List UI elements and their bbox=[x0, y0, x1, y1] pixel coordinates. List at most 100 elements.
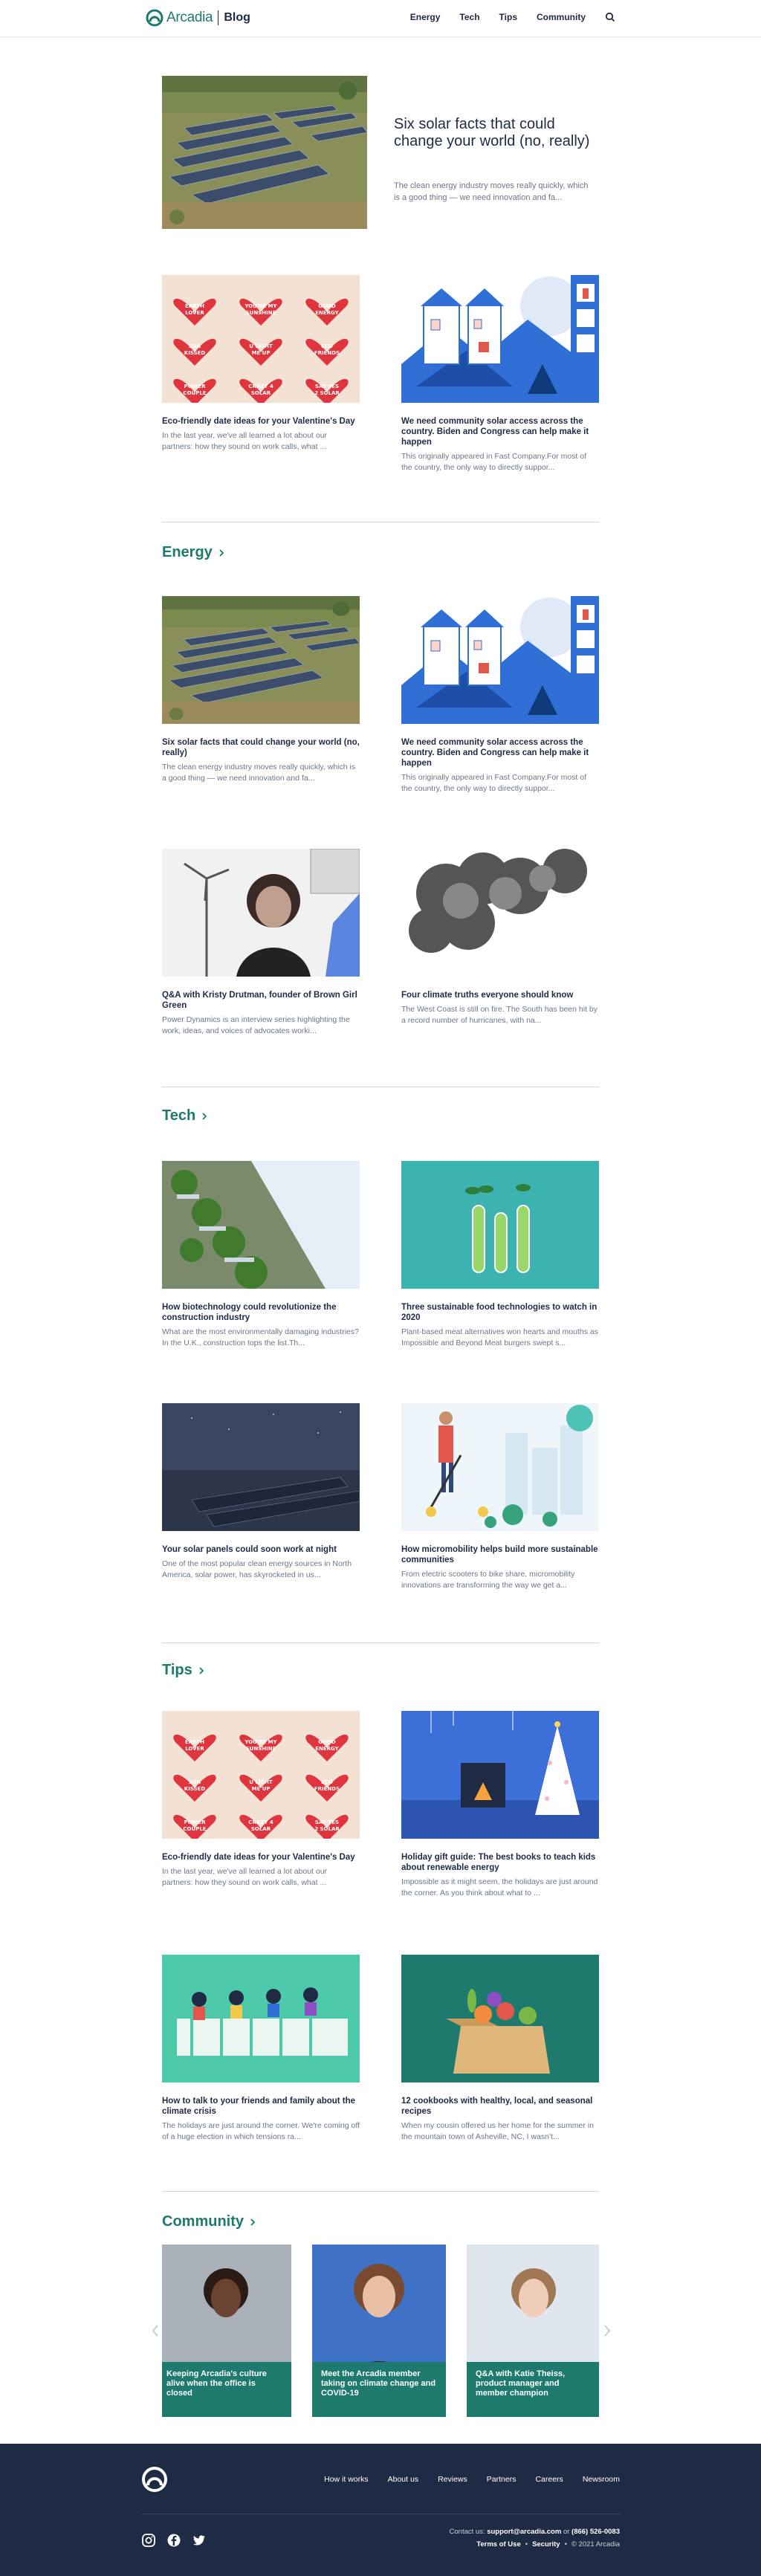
post-title[interactable]: We need community solar access across th… bbox=[401, 737, 599, 768]
heart-candy-text: ME UP bbox=[252, 1786, 271, 1792]
post-card[interactable]: We need community solar access across th… bbox=[401, 596, 599, 795]
section-title-text: Tips bbox=[162, 1662, 192, 1678]
post-card[interactable]: Q&A with Kristy Drutman, founder of Brow… bbox=[162, 849, 360, 1037]
chevron-right-icon bbox=[199, 1666, 204, 1674]
search-icon[interactable] bbox=[605, 12, 615, 22]
section-title-tips[interactable]: Tips bbox=[162, 1662, 206, 1679]
twitter-icon[interactable] bbox=[192, 2533, 207, 2548]
post-title[interactable]: Four climate truths everyone should know bbox=[401, 990, 599, 1000]
post-image[interactable] bbox=[401, 596, 599, 724]
facebook-icon[interactable] bbox=[166, 2533, 181, 2548]
post-card[interactable]: How to talk to your friends and family a… bbox=[162, 1955, 360, 2143]
heart-candy-text: GOOD bbox=[318, 303, 336, 309]
heart-candy-text: EARTH bbox=[185, 1739, 204, 1745]
footer-nav: How it works About us Reviews Partners C… bbox=[324, 2475, 620, 2484]
post-image[interactable] bbox=[162, 1403, 360, 1531]
heart-candy-text: 2 SOLAR bbox=[314, 390, 340, 396]
nav-tips[interactable]: Tips bbox=[499, 12, 517, 22]
post-image[interactable] bbox=[162, 596, 360, 724]
post-title[interactable]: We need community solar access across th… bbox=[401, 416, 599, 447]
post-image[interactable] bbox=[401, 1711, 599, 1839]
community-carousel: Keeping Arcadia's culture alive when the… bbox=[162, 2245, 599, 2417]
section-title-energy[interactable]: Energy bbox=[162, 544, 226, 561]
post-card[interactable]: Four climate truths everyone should know… bbox=[401, 849, 599, 1026]
post-card[interactable]: Six solar facts that could change your w… bbox=[162, 596, 360, 784]
footer-link-reviews[interactable]: Reviews bbox=[438, 2475, 467, 2484]
nav-community[interactable]: Community bbox=[537, 12, 586, 22]
hero-post[interactable]: Six solar facts that could change your w… bbox=[162, 76, 599, 229]
contact-prefix: Contact us: bbox=[449, 2528, 485, 2536]
heart-candy-text: SUN bbox=[189, 1779, 201, 1785]
post-card[interactable]: Holiday gift guide: The best books to te… bbox=[401, 1711, 599, 1899]
community-card-title[interactable]: Meet the Arcadia member taking on climat… bbox=[312, 2362, 446, 2417]
carousel-prev-icon[interactable] bbox=[150, 2323, 161, 2338]
section-title-text: Energy bbox=[162, 544, 213, 560]
post-title[interactable]: Your solar panels could soon work at nig… bbox=[162, 1544, 360, 1555]
nav-tech[interactable]: Tech bbox=[459, 12, 479, 22]
footer-link-newsroom[interactable]: Newsroom bbox=[583, 2475, 620, 2484]
footer-link-about-us[interactable]: About us bbox=[388, 2475, 418, 2484]
post-title[interactable]: Eco-friendly date ideas for your Valenti… bbox=[162, 416, 360, 427]
post-card[interactable]: Your solar panels could soon work at nig… bbox=[162, 1403, 360, 1581]
security-link[interactable]: Security bbox=[532, 2540, 560, 2549]
community-card-title[interactable]: Keeping Arcadia's culture alive when the… bbox=[162, 2362, 291, 2417]
post-image[interactable] bbox=[162, 1161, 360, 1289]
heart-candy-text: COUPLE bbox=[183, 390, 206, 396]
heart-candy-text: U LIGHT bbox=[249, 343, 273, 349]
post-card[interactable]: How biotechnology could revolutionize th… bbox=[162, 1161, 360, 1349]
post-card[interactable]: We need community solar access across th… bbox=[401, 275, 599, 473]
community-card[interactable]: Q&A with Katie Theiss, product manager a… bbox=[467, 2245, 599, 2417]
section-title-community[interactable]: Community bbox=[162, 2213, 257, 2230]
post-title[interactable]: Holiday gift guide: The best books to te… bbox=[401, 1852, 599, 1873]
post-title[interactable]: Six solar facts that could change your w… bbox=[162, 737, 360, 758]
footer-link-how-it-works[interactable]: How it works bbox=[324, 2475, 369, 2484]
post-title[interactable]: How to talk to your friends and family a… bbox=[162, 2096, 360, 2117]
nav-energy[interactable]: Energy bbox=[410, 12, 441, 22]
post-image[interactable] bbox=[401, 1161, 599, 1289]
post-title[interactable]: Eco-friendly date ideas for your Valenti… bbox=[162, 1852, 360, 1863]
post-card[interactable]: How micromobility helps build more susta… bbox=[401, 1403, 599, 1591]
post-image[interactable] bbox=[401, 275, 599, 403]
post-title[interactable]: How micromobility helps build more susta… bbox=[401, 1544, 599, 1565]
main-nav: Energy Tech Tips Community bbox=[410, 12, 615, 22]
post-image[interactable]: EARTHLOVER YOU'RE MYSUNSHINE GOODENERGY SUN… bbox=[162, 1711, 360, 1839]
post-card[interactable]: 12 cookbooks with healthy, local, and se… bbox=[401, 1955, 599, 2143]
community-card[interactable]: Keeping Arcadia's culture alive when the… bbox=[162, 2245, 291, 2417]
brand-logo[interactable]: Arcadia Blog bbox=[146, 8, 250, 27]
heart-candy-text: LOVER bbox=[185, 1746, 204, 1752]
hero-image[interactable] bbox=[162, 76, 367, 229]
support-email-link[interactable]: support@arcadia.com bbox=[487, 2528, 561, 2536]
section-title-tech[interactable]: Tech bbox=[162, 1107, 209, 1124]
post-excerpt: Power Dynamics is an interview series hi… bbox=[162, 1015, 350, 1035]
post-image[interactable] bbox=[162, 1955, 360, 2083]
post-card[interactable]: Three sustainable food technologies to w… bbox=[401, 1161, 599, 1349]
community-card-title[interactable]: Q&A with Katie Theiss, product manager a… bbox=[467, 2362, 599, 2417]
post-title[interactable]: Q&A with Kristy Drutman, founder of Brow… bbox=[162, 990, 360, 1011]
hero-title[interactable]: Six solar facts that could change your w… bbox=[394, 116, 595, 150]
section-title-text: Community bbox=[162, 2213, 244, 2230]
post-image[interactable] bbox=[401, 849, 599, 977]
post-image[interactable] bbox=[401, 1955, 599, 2083]
heart-candy-text: SAY YES bbox=[315, 1819, 339, 1825]
support-phone-link[interactable]: (866) 526-0083 bbox=[571, 2528, 620, 2536]
community-card[interactable]: Meet the Arcadia member taking on climat… bbox=[312, 2245, 446, 2417]
post-image[interactable] bbox=[401, 1403, 599, 1531]
footer-link-partners[interactable]: Partners bbox=[487, 2475, 516, 2484]
post-image[interactable] bbox=[162, 849, 360, 977]
post-title[interactable]: Three sustainable food technologies to w… bbox=[401, 1302, 599, 1323]
arcadia-logo-icon[interactable] bbox=[141, 2466, 168, 2493]
post-title[interactable]: How biotechnology could revolutionize th… bbox=[162, 1302, 360, 1323]
post-card[interactable]: EARTH LOVER YOU'RE MY SUNSHINE GOOD ENERGY SUN… bbox=[162, 1711, 360, 1889]
instagram-icon[interactable] bbox=[141, 2533, 156, 2548]
post-image[interactable]: EARTHLOVER YOU'RE MYSUNSHINE GOODENERGY SUN… bbox=[162, 275, 360, 403]
footer-link-careers[interactable]: Careers bbox=[535, 2475, 563, 2484]
terms-link[interactable]: Terms of Use bbox=[476, 2540, 520, 2549]
dot-separator: • bbox=[525, 2540, 528, 2549]
arcadia-logo-icon bbox=[146, 9, 163, 27]
post-card[interactable]: EARTH LOVER YOU'RE MY SUNSHINE GOOD ENERGY SUN… bbox=[162, 275, 360, 453]
heart-candy-text: SAY YES bbox=[315, 384, 339, 389]
post-title[interactable]: 12 cookbooks with healthy, local, and se… bbox=[401, 2096, 599, 2117]
carousel-next-icon[interactable] bbox=[602, 2323, 612, 2338]
post-excerpt: One of the most popular clean energy sou… bbox=[162, 1559, 352, 1579]
site-footer: How it works About us Reviews Partners C… bbox=[0, 2444, 761, 2576]
